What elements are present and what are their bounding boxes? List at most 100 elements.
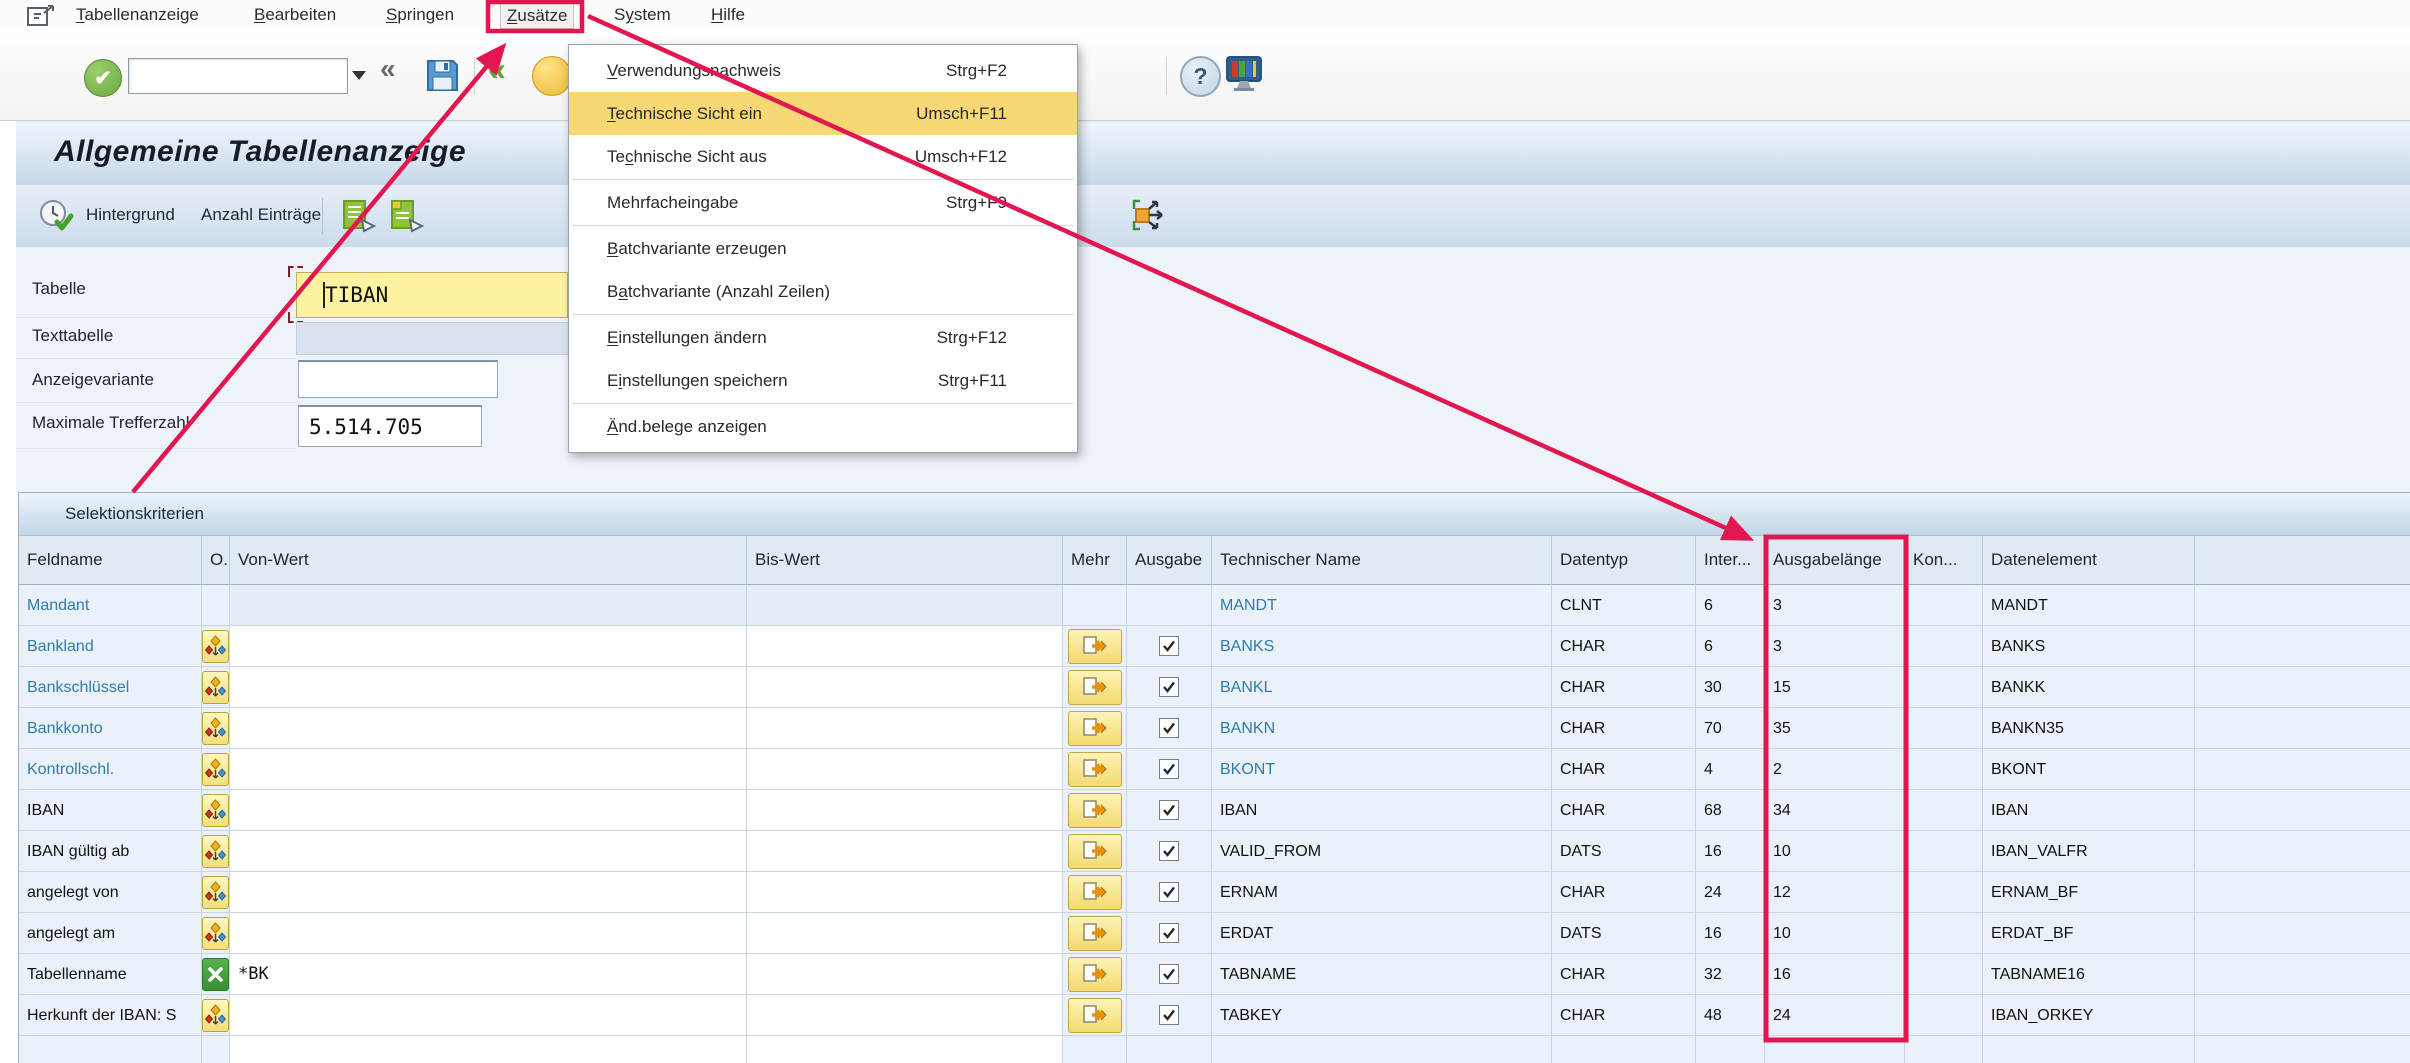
menu-item-batchvariante-anzahl-zeilen[interactable]: Batchvariante (Anzahl Zeilen) — [569, 270, 1077, 313]
menubar-item-system[interactable]: System — [608, 3, 677, 27]
enter-button[interactable]: ✔ — [84, 59, 122, 97]
bis-wert-cell[interactable] — [747, 667, 1063, 708]
bis-wert-cell[interactable] — [747, 954, 1063, 995]
menu-item-aend-belege-anzeigen[interactable]: Änd.belege anzeigen — [569, 405, 1077, 448]
mehr-selection-button[interactable] — [1068, 670, 1122, 705]
operator-cell[interactable] — [202, 749, 230, 790]
multiple-selection-icon[interactable] — [202, 917, 229, 950]
menu-item-einstellungen-aendern[interactable]: Einstellungen ändernStrg+F12 — [569, 316, 1077, 359]
von-wert-cell[interactable] — [230, 708, 747, 749]
bis-wert-cell[interactable] — [747, 831, 1063, 872]
menubar-item-tabellenanzeige[interactable]: Tabellenanzeige — [70, 3, 205, 27]
menu-item-verwendungsnachweis[interactable]: VerwendungsnachweisStrg+F2 — [569, 49, 1077, 92]
menubar-item-springen[interactable]: Springen — [380, 3, 460, 27]
multiple-selection-icon[interactable] — [202, 630, 229, 663]
mehr-cell[interactable] — [1063, 954, 1127, 995]
mehr-cell[interactable] — [1063, 995, 1127, 1036]
multiple-selection-icon[interactable] — [202, 712, 229, 745]
ausgabe-cell[interactable] — [1127, 708, 1212, 749]
mehr-cell[interactable] — [1063, 831, 1127, 872]
ausgabe-checkbox[interactable] — [1159, 923, 1179, 943]
von-wert-cell[interactable] — [230, 667, 747, 708]
menu-item-mehrfacheingabe[interactable]: MehrfacheingabeStrg+F9 — [569, 181, 1077, 224]
menu-item-batchvariante-erzeugen[interactable]: Batchvariante erzeugen — [569, 227, 1077, 270]
max-trefferzahl-field[interactable]: 5.514.705 — [298, 405, 482, 447]
back-button[interactable]: « — [488, 51, 506, 88]
mehr-cell[interactable] — [1063, 749, 1127, 790]
mehr-cell[interactable] — [1063, 872, 1127, 913]
mehr-selection-button[interactable] — [1068, 629, 1122, 664]
exit-button[interactable] — [532, 56, 572, 96]
ausgabe-checkbox[interactable] — [1159, 759, 1179, 779]
save-list-icon[interactable] — [388, 198, 426, 239]
von-wert-cell[interactable] — [230, 913, 747, 954]
mehr-cell[interactable] — [1063, 913, 1127, 954]
ausgabe-cell[interactable] — [1127, 913, 1212, 954]
ausgabe-checkbox[interactable] — [1159, 800, 1179, 820]
operator-cell[interactable] — [202, 626, 230, 667]
mehr-cell[interactable] — [1063, 667, 1127, 708]
ausgabe-checkbox[interactable] — [1159, 677, 1179, 697]
bis-wert-cell[interactable] — [747, 790, 1063, 831]
anzeigevariante-field[interactable] — [298, 360, 498, 398]
multiple-selection-icon[interactable] — [202, 999, 229, 1032]
menu-item-einstellungen-speichern[interactable]: Einstellungen speichernStrg+F11 — [569, 359, 1077, 402]
help-icon[interactable]: ? — [1180, 56, 1221, 97]
ausgabe-cell[interactable] — [1127, 749, 1212, 790]
von-wert-cell[interactable]: *BK — [230, 954, 747, 995]
multiple-selection-icon[interactable] — [202, 835, 229, 868]
von-wert-cell[interactable] — [230, 790, 747, 831]
ausgabe-cell[interactable] — [1127, 667, 1212, 708]
mehr-cell[interactable] — [1063, 790, 1127, 831]
anzahl-eintraege-button[interactable]: Anzahl Einträge — [201, 205, 321, 225]
ausgabe-checkbox[interactable] — [1159, 882, 1179, 902]
bis-wert-cell[interactable] — [747, 995, 1063, 1036]
mehr-cell[interactable] — [1063, 626, 1127, 667]
command-history-dropdown-icon[interactable] — [352, 71, 366, 80]
ausgabe-checkbox[interactable] — [1159, 636, 1179, 656]
system-window-icon[interactable] — [26, 4, 56, 34]
tabelle-field[interactable]: TIBAN — [296, 272, 568, 318]
exclusion-selection-icon[interactable] — [202, 958, 229, 991]
von-wert-cell[interactable] — [230, 995, 747, 1036]
menubar-item-zusaetze[interactable]: Zusätze — [500, 3, 574, 29]
operator-cell[interactable] — [202, 872, 230, 913]
ausgabe-checkbox[interactable] — [1159, 1005, 1179, 1025]
mehr-selection-button[interactable] — [1068, 793, 1122, 828]
hintergrund-button[interactable]: Hintergrund — [86, 205, 175, 225]
multiple-selection-icon[interactable] — [202, 794, 229, 827]
ausgabe-cell[interactable] — [1127, 626, 1212, 667]
multiple-selection-icon[interactable] — [202, 671, 229, 704]
operator-cell[interactable] — [202, 831, 230, 872]
bis-wert-cell[interactable] — [747, 708, 1063, 749]
ausgabe-checkbox[interactable] — [1159, 964, 1179, 984]
mehr-cell[interactable] — [1063, 708, 1127, 749]
menu-item-technische-sicht-aus[interactable]: Technische Sicht ausUmsch+F12 — [569, 135, 1077, 178]
ausgabe-cell[interactable] — [1127, 790, 1212, 831]
operator-cell[interactable] — [202, 913, 230, 954]
operator-cell[interactable] — [202, 954, 230, 995]
multiple-selection-icon[interactable] — [202, 753, 229, 786]
mehr-selection-button[interactable] — [1068, 957, 1122, 992]
menubar-item-bearbeiten[interactable]: Bearbeiten — [248, 3, 342, 27]
ausgabe-cell[interactable] — [1127, 995, 1212, 1036]
ausgabe-cell[interactable] — [1127, 954, 1212, 995]
mehr-selection-button[interactable] — [1068, 998, 1122, 1033]
multiple-selection-icon[interactable] — [202, 876, 229, 909]
menubar-item-hilfe[interactable]: Hilfe — [705, 3, 751, 27]
collapse-chevron-icon[interactable]: « — [380, 53, 396, 85]
save-button[interactable] — [424, 57, 461, 99]
mehr-selection-button[interactable] — [1068, 834, 1122, 869]
command-input[interactable] — [128, 58, 348, 94]
operator-cell[interactable] — [202, 667, 230, 708]
ausgabe-cell[interactable] — [1127, 872, 1212, 913]
operator-cell[interactable] — [202, 708, 230, 749]
bis-wert-cell[interactable] — [747, 626, 1063, 667]
von-wert-cell[interactable] — [230, 831, 747, 872]
menu-item-technische-sicht-ein[interactable]: Technische Sicht einUmsch+F11 — [569, 92, 1077, 135]
execute-in-background-icon[interactable] — [38, 198, 74, 239]
mehr-selection-button[interactable] — [1068, 752, 1122, 787]
choose-list-icon[interactable] — [340, 198, 378, 239]
bis-wert-cell[interactable] — [747, 872, 1063, 913]
ausgabe-checkbox[interactable] — [1159, 718, 1179, 738]
